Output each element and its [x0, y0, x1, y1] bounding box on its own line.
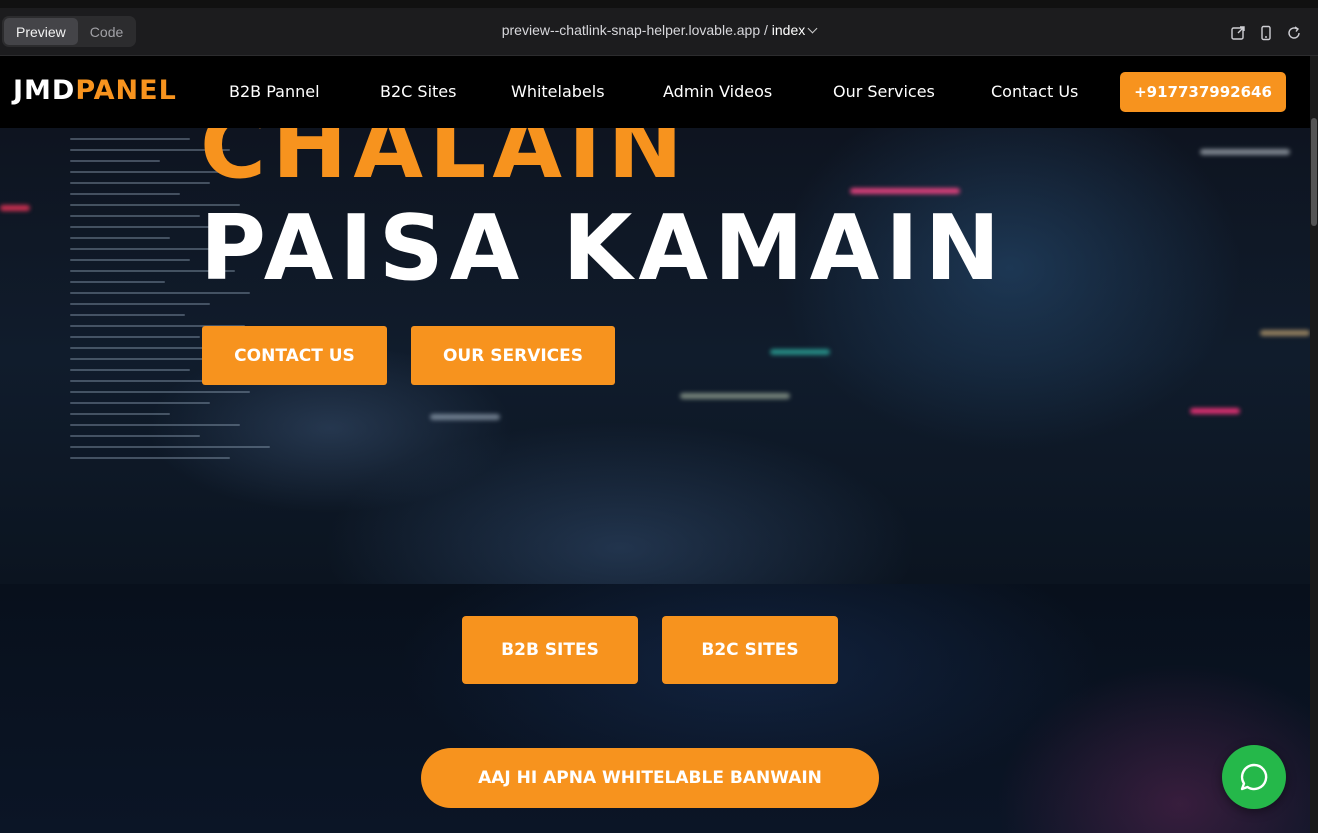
url-separator: / — [764, 22, 768, 38]
light-streak — [850, 188, 960, 194]
site-navbar: JMDPANEL B2B Pannel B2C Sites Whitelabel… — [0, 56, 1310, 128]
logo-panel: PANEL — [75, 75, 177, 106]
our-services-button[interactable]: OUR SERVICES — [411, 326, 615, 385]
nav-b2b-pannel[interactable]: B2B Pannel — [229, 82, 320, 101]
nav-our-services[interactable]: Our Services — [833, 82, 935, 101]
light-streak — [680, 393, 790, 399]
chat-floating-button[interactable] — [1222, 745, 1286, 809]
light-streak — [430, 414, 500, 420]
phone-button[interactable]: +917737992646 — [1120, 72, 1286, 112]
light-streak — [0, 205, 30, 211]
hero-section: CHALAIN PAISA KAMAIN CONTACT US OUR SERV… — [0, 128, 1310, 584]
hero-title-line1: CHALAIN — [200, 128, 689, 199]
mobile-device-icon[interactable] — [1258, 25, 1274, 41]
nav-b2c-sites[interactable]: B2C Sites — [380, 82, 456, 101]
light-streak — [770, 349, 830, 355]
nav-admin-videos[interactable]: Admin Videos — [663, 82, 772, 101]
chevron-down-icon[interactable] — [807, 23, 818, 34]
b2c-sites-button[interactable]: B2C SITES — [662, 616, 838, 684]
contact-us-button[interactable]: CONTACT US — [202, 326, 387, 385]
cta-section: B2B SITES B2C SITES AAJ HI APNA WHITELAB… — [0, 584, 1310, 833]
preview-toolbar: Preview Code preview--chatlink-snap-help… — [0, 0, 1318, 56]
light-streak — [1200, 149, 1290, 155]
nav-contact-us[interactable]: Contact Us — [991, 82, 1078, 101]
refresh-icon[interactable] — [1286, 25, 1302, 41]
route-selector[interactable]: index — [772, 22, 805, 38]
nav-whitelabels[interactable]: Whitelabels — [511, 82, 605, 101]
url-display[interactable]: preview--chatlink-snap-helper.lovable.ap… — [0, 22, 1318, 38]
light-streak — [1190, 408, 1240, 414]
external-link-icon[interactable] — [1230, 25, 1246, 41]
site-preview: JMDPANEL B2B Pannel B2C Sites Whitelabel… — [0, 56, 1318, 833]
logo-jmd: JMD — [13, 75, 76, 106]
site-logo[interactable]: JMDPANEL — [13, 75, 177, 106]
scrollbar-thumb[interactable] — [1311, 118, 1317, 226]
url-host: preview--chatlink-snap-helper.lovable.ap… — [501, 22, 761, 38]
whitelabel-button[interactable]: AAJ HI APNA WHITELABLE BANWAIN — [421, 748, 879, 808]
hero-title-line2: PAISA KAMAIN — [200, 196, 1007, 301]
b2b-sites-button[interactable]: B2B SITES — [462, 616, 638, 684]
page-scrollbar[interactable] — [1310, 56, 1318, 833]
chat-bubble-icon — [1240, 763, 1268, 791]
light-streak — [1260, 330, 1310, 336]
